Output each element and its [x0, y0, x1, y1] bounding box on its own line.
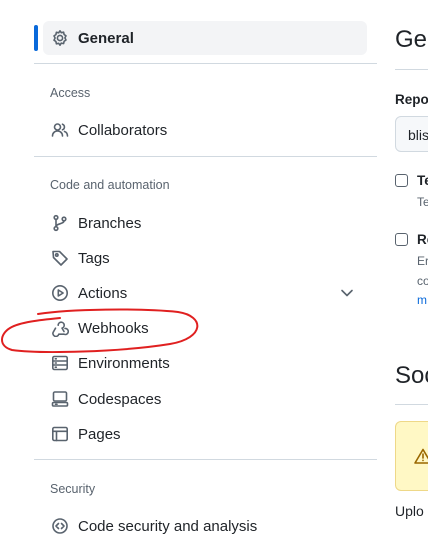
divider: [34, 63, 377, 64]
sidebar-item-actions[interactable]: Actions: [43, 276, 367, 310]
section-title-code-automation: Code and automation: [50, 178, 170, 192]
page-title: Ge: [395, 26, 428, 53]
chevron-down-icon[interactable]: [338, 284, 356, 302]
sidebar-item-label: Tags: [78, 249, 110, 267]
divider: [395, 69, 428, 70]
template-description: Te: [417, 195, 428, 209]
sidebar-item-pages[interactable]: Pages: [43, 417, 367, 451]
social-preview-heading: Soc: [395, 362, 428, 389]
sidebar-item-webhooks[interactable]: Webhooks: [43, 311, 367, 345]
main-content: Ge Repo blis Te Te Re Er co m Soc Uplo: [380, 0, 428, 537]
sidebar-item-codespaces[interactable]: Codespaces: [43, 382, 367, 416]
section-title-security: Security: [50, 482, 96, 496]
sidebar-item-label: Collaborators: [78, 121, 168, 139]
server-icon: [50, 353, 70, 373]
sidebar-item-label: Environments: [78, 354, 170, 372]
webhook-icon: [50, 318, 70, 338]
sidebar-item-code-security[interactable]: Code security and analysis: [43, 509, 367, 543]
play-circle-icon: [50, 283, 70, 303]
template-label: Te: [417, 173, 428, 188]
codespaces-icon: [50, 389, 70, 409]
browser-icon: [50, 424, 70, 444]
code-square-icon: [50, 516, 70, 536]
require-signoff-label: Re: [417, 232, 428, 247]
people-icon: [50, 120, 70, 140]
section-title-access: Access: [50, 86, 91, 100]
sidebar-item-label: Actions: [78, 284, 128, 302]
sidebar-item-label: Webhooks: [78, 319, 149, 337]
upload-text: Uplo: [395, 503, 424, 519]
active-indicator: [34, 25, 38, 51]
sidebar-item-label: Codespaces: [78, 390, 162, 408]
sidebar-item-label: Code security and analysis: [78, 517, 258, 535]
require-signoff-checkbox[interactable]: [395, 233, 408, 246]
template-checkbox[interactable]: [395, 174, 408, 187]
repository-name-label: Repo: [395, 92, 428, 107]
alert-icon: [414, 448, 428, 464]
sidebar-item-label: Pages: [78, 425, 121, 443]
divider: [34, 459, 377, 460]
sidebar-item-environments[interactable]: Environments: [43, 346, 367, 380]
settings-sidebar: General Access Collaborators Code and au…: [0, 0, 378, 537]
sidebar-item-label: Branches: [78, 214, 142, 232]
gear-icon: [50, 28, 70, 48]
learn-more-link[interactable]: m: [417, 293, 427, 307]
divider: [395, 404, 428, 405]
warning-flash: [395, 421, 428, 491]
sidebar-item-general[interactable]: General: [43, 21, 367, 55]
sidebar-item-collaborators[interactable]: Collaborators: [43, 113, 367, 147]
require-signoff-description-1: Er: [417, 254, 428, 268]
sidebar-item-label: General: [78, 29, 134, 47]
tag-icon: [50, 248, 70, 268]
divider: [34, 156, 377, 157]
git-branch-icon: [50, 213, 70, 233]
sidebar-item-branches[interactable]: Branches: [43, 206, 367, 240]
require-signoff-description-2: co: [417, 274, 428, 288]
sidebar-item-tags[interactable]: Tags: [43, 241, 367, 275]
repository-name-input[interactable]: blis: [395, 116, 428, 152]
